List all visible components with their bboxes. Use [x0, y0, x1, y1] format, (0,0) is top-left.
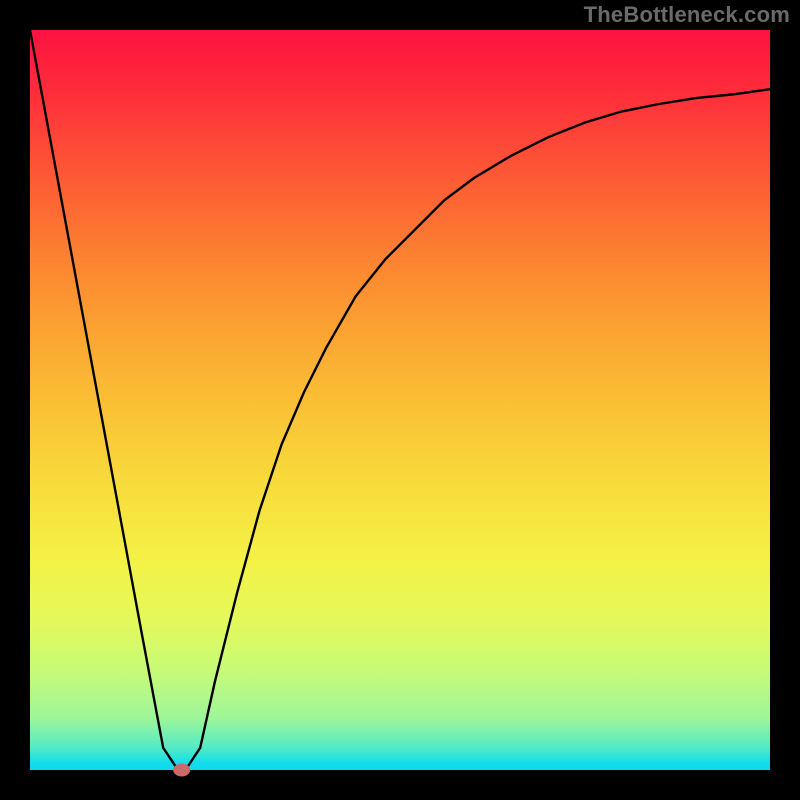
bottleneck-curve [30, 30, 770, 770]
watermark-text: TheBottleneck.com [584, 2, 790, 28]
optimal-marker [174, 764, 190, 776]
plot-area [30, 30, 770, 770]
curve-path [30, 30, 770, 770]
chart-frame: TheBottleneck.com [0, 0, 800, 800]
